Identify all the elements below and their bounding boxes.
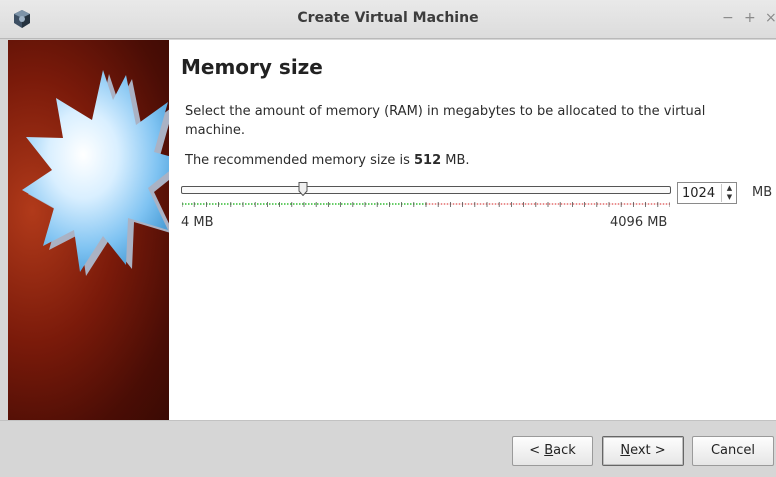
slider-ticks <box>181 197 671 207</box>
memory-slider[interactable] <box>181 182 671 207</box>
slider-min-label: 4 MB <box>181 215 214 230</box>
memory-value-input[interactable] <box>679 184 722 202</box>
slider-handle[interactable] <box>298 182 308 197</box>
slider-track[interactable] <box>181 186 671 194</box>
maximize-button[interactable]: + <box>744 10 756 26</box>
window-title: Create Virtual Machine <box>297 10 479 26</box>
window-titlebar: Create Virtual Machine − + × <box>0 0 776 39</box>
page-description: Select the amount of memory (RAM) in meg… <box>185 104 706 138</box>
slider-max-label: 4096 MB <box>610 215 668 230</box>
next-rest: ext > <box>630 443 666 458</box>
starburst <box>22 70 169 272</box>
back-prefix: < <box>529 443 545 458</box>
spin-down-arrow-icon[interactable]: ▼ <box>723 193 736 202</box>
memory-spinbox[interactable]: ▲ ▼ <box>677 182 737 204</box>
recommend-suffix: MB. <box>441 153 470 168</box>
back-button[interactable]: < Back <box>512 436 593 466</box>
page-title: Memory size <box>181 55 323 79</box>
wizard-content: Memory size Select the amount of memory … <box>169 40 776 420</box>
minimize-button[interactable]: − <box>722 10 734 26</box>
next-mnemonic: N <box>620 443 631 458</box>
recommended-size-text: The recommended memory size is 512 MB. <box>185 153 470 168</box>
wizard-side-graphic <box>8 40 169 420</box>
wizard-button-bar: < Back Next > Cancel <box>0 420 776 477</box>
recommended-value: 512 <box>413 153 442 168</box>
recommend-prefix: The recommended memory size is <box>185 153 414 168</box>
back-mnemonic: B <box>544 443 554 458</box>
close-button[interactable]: × <box>765 10 776 26</box>
back-rest: ack <box>553 443 576 458</box>
spinbox-divider <box>721 184 722 202</box>
memory-unit-label: MB <box>752 185 773 200</box>
next-button[interactable]: Next > <box>602 436 684 466</box>
cancel-button[interactable]: Cancel <box>692 436 774 466</box>
spin-up-arrow-icon[interactable]: ▲ <box>723 184 736 193</box>
